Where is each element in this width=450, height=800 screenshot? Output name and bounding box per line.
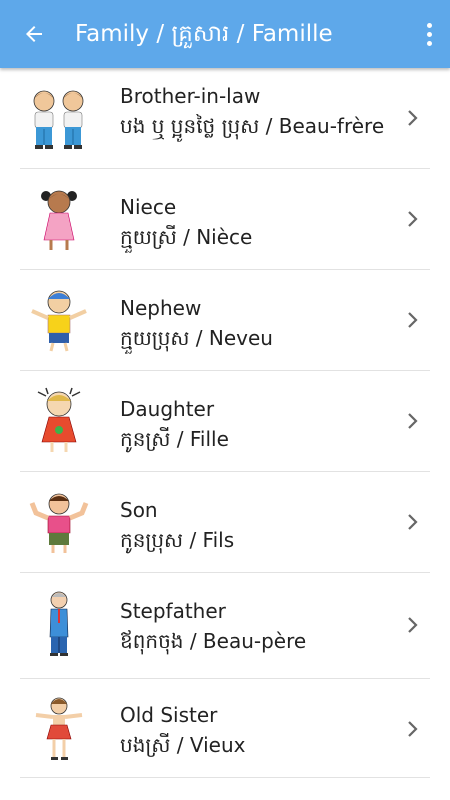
- item-english: Nephew: [120, 296, 202, 320]
- item-english: Niece: [120, 195, 177, 219]
- item-translation: ឪពុកចុង / Beau-père: [120, 629, 307, 653]
- item-english: Daughter: [120, 397, 215, 421]
- item-english: Brother-in-law: [120, 84, 261, 108]
- son-icon: [24, 487, 94, 557]
- chevron-right-icon: [408, 514, 418, 530]
- list-item-stepfather[interactable]: Stepfather ឪពុកចុង / Beau-père: [0, 573, 450, 679]
- list-item-son[interactable]: Son កូនប្រុស / Fils: [0, 472, 450, 573]
- list-item-daughter[interactable]: Daughter កូនស្រី / Fille: [0, 371, 450, 472]
- chevron-right-icon: [408, 211, 418, 227]
- back-button[interactable]: [14, 14, 54, 54]
- chevron-right-icon: [408, 110, 418, 126]
- boy-icon: [24, 285, 94, 355]
- item-translation: បង ឬ ប្អូនថ្លៃ ប្រុស / Beau-frère: [120, 114, 385, 138]
- arrow-left-icon: [26, 26, 42, 42]
- list-item-niece[interactable]: Niece ក្មួយស្រី / Nièce: [0, 169, 450, 270]
- item-translation: បងស្រី / Vieux: [120, 733, 246, 757]
- brothers-icon: [24, 83, 94, 153]
- list-item-old-sister[interactable]: Old Sister បងស្រី / Vieux: [0, 679, 450, 778]
- stepfather-icon: [24, 589, 94, 659]
- item-english: Stepfather: [120, 599, 226, 623]
- item-english: Old Sister: [120, 703, 218, 727]
- chevron-right-icon: [408, 312, 418, 328]
- girl-icon: [24, 184, 94, 254]
- item-english: Son: [120, 498, 158, 522]
- item-translation: កូនប្រុស / Fils: [120, 528, 235, 552]
- app-bar: Family / គ្រួសារ / Famille: [0, 0, 450, 68]
- family-list: Brother-in-law បង ឬ ប្អូនថ្លៃ ប្រុស / Be…: [0, 68, 450, 778]
- item-translation: ក្មួយស្រី / Nièce: [120, 225, 253, 249]
- item-translation: កូនស្រី / Fille: [120, 427, 229, 451]
- chevron-right-icon: [408, 413, 418, 429]
- item-translation: ក្មួយប្រុស / Neveu: [120, 326, 273, 350]
- overflow-menu-button[interactable]: [416, 14, 442, 54]
- list-item-nephew[interactable]: Nephew ក្មួយប្រុស / Neveu: [0, 270, 450, 371]
- list-item-brother-in-law[interactable]: Brother-in-law បង ឬ ប្អូនថ្លៃ ប្រុស / Be…: [0, 68, 450, 169]
- daughter-icon: [24, 386, 94, 456]
- page-title: Family / គ្រួសារ / Famille: [75, 21, 333, 47]
- old-sister-icon: [24, 695, 94, 765]
- more-vert-icon: [426, 22, 432, 28]
- chevron-right-icon: [408, 617, 418, 633]
- chevron-right-icon: [408, 721, 418, 737]
